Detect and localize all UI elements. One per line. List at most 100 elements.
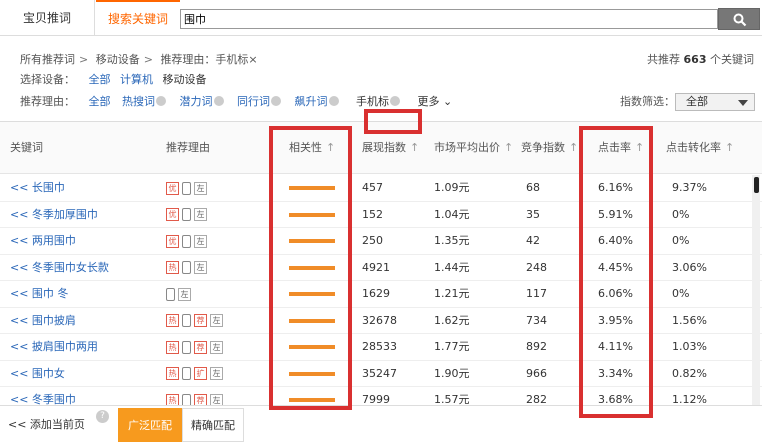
help-icon[interactable]: ? bbox=[96, 410, 109, 423]
col-competition[interactable]: 竞争指数 ↑ bbox=[521, 140, 578, 156]
col-keyword: 关键词 bbox=[10, 141, 43, 154]
cvr-cell: 0% bbox=[672, 234, 690, 247]
search-button[interactable] bbox=[718, 8, 760, 30]
reason-option-hot[interactable]: 热搜词 bbox=[122, 94, 166, 110]
reason-tag: 左 bbox=[194, 208, 207, 221]
reason-tags: 热左 bbox=[166, 261, 210, 275]
show-index-cell: 1629 bbox=[362, 287, 390, 300]
competition-cell: 734 bbox=[526, 313, 547, 327]
device-option-all[interactable]: 全部 bbox=[89, 72, 111, 88]
avg-bid-cell: 1.62元 bbox=[434, 313, 470, 327]
reason-option-mobile[interactable]: 手机标 bbox=[356, 94, 400, 110]
relevance-bar bbox=[289, 318, 335, 323]
keyword-link[interactable]: << 冬季围巾女长款 bbox=[10, 261, 109, 275]
reason-tag: 左 bbox=[210, 340, 223, 354]
col-avg-bid[interactable]: 市场平均出价 ↑ bbox=[434, 140, 513, 156]
tab-item-recommend[interactable]: 宝贝推词 bbox=[0, 0, 95, 36]
breadcrumb-reason[interactable]: 推荐理由：手机标× bbox=[160, 53, 257, 66]
keyword-link[interactable]: << 围巾女 bbox=[10, 367, 65, 381]
reason-tags: 优左 bbox=[166, 181, 210, 195]
reason-option-potential[interactable]: 潜力词 bbox=[180, 94, 224, 110]
phone-icon bbox=[182, 181, 191, 195]
reason-tag: 热 bbox=[166, 314, 179, 327]
show-index-cell: 32678 bbox=[362, 313, 397, 327]
total-count: 共推荐 663 个关键词 bbox=[647, 53, 754, 66]
breadcrumb-all[interactable]: 所有推荐词 bbox=[20, 53, 75, 66]
reason-tags: 优左 bbox=[166, 234, 210, 248]
help-icon bbox=[156, 96, 166, 106]
cvr-cell: 0% bbox=[672, 207, 690, 221]
keyword-link[interactable]: << 围巾 冬 bbox=[10, 287, 68, 301]
ctr-cell: 6.40% bbox=[598, 234, 633, 247]
ctr-cell: 3.34% bbox=[598, 366, 633, 380]
reason-option-peer[interactable]: 同行词 bbox=[237, 94, 281, 110]
device-option-computer[interactable]: 计算机 bbox=[120, 72, 153, 88]
ctr-cell: 3.68% bbox=[598, 393, 633, 405]
add-current-page-link[interactable]: << 添加当前页 bbox=[8, 417, 85, 433]
device-option-mobile[interactable]: 移动设备 bbox=[163, 72, 207, 88]
keyword-link[interactable]: << 披肩围巾两用 bbox=[10, 340, 98, 354]
tab-search-keywords[interactable]: 搜索关键词 bbox=[96, 0, 180, 36]
show-index-cell: 7999 bbox=[362, 393, 390, 405]
keyword-link[interactable]: << 围巾披肩 bbox=[10, 314, 76, 328]
show-index-cell: 4921 bbox=[362, 260, 390, 274]
col-ctr[interactable]: 点击率 ↑ bbox=[598, 140, 644, 156]
relevance-bar bbox=[289, 371, 335, 376]
keyword-link[interactable]: << 冬季加厚围巾 bbox=[10, 208, 98, 222]
reason-tag: 左 bbox=[178, 287, 191, 301]
avg-bid-cell: 1.44元 bbox=[434, 260, 470, 274]
show-index-cell: 35247 bbox=[362, 366, 397, 380]
help-icon bbox=[271, 96, 281, 106]
relevance-bar bbox=[289, 292, 335, 296]
keyword-link[interactable]: << 冬季围巾 bbox=[10, 393, 76, 405]
filter-panel: 所有推荐词 > 移动设备 > 推荐理由：手机标× 共推荐 663 个关键词 选择设备… bbox=[0, 37, 762, 120]
reason-filter: 推荐理由： 全部 热搜词 潜力词 同行词 飙升词 手机标 更多 ⌄ bbox=[20, 94, 452, 110]
broad-match-button[interactable]: 广泛匹配 bbox=[118, 408, 182, 442]
index-filter-select[interactable]: 全部 bbox=[675, 93, 755, 111]
table-row: << 披肩围巾两用 热 荐左 28533 1.77元 892 4.11% 1.03% bbox=[0, 334, 762, 361]
ctr-cell: 6.16% bbox=[598, 181, 633, 194]
keyword-link[interactable]: << 长围巾 bbox=[10, 181, 65, 195]
reason-tag: 热 bbox=[166, 367, 179, 380]
cvr-cell: 0.82% bbox=[672, 366, 707, 380]
reason-tag: 优 bbox=[166, 234, 179, 248]
help-icon bbox=[213, 96, 224, 106]
avg-bid-cell: 1.21元 bbox=[434, 287, 470, 300]
reason-option-all[interactable]: 全部 bbox=[89, 94, 111, 110]
reason-option-rising[interactable]: 飙升词 bbox=[295, 94, 339, 110]
competition-cell: 248 bbox=[526, 260, 547, 274]
show-index-cell: 457 bbox=[362, 181, 383, 194]
relevance-bar bbox=[289, 345, 335, 349]
cvr-cell: 1.12% bbox=[672, 393, 707, 405]
scrollbar-thumb[interactable] bbox=[754, 177, 759, 193]
avg-bid-cell: 1.90元 bbox=[434, 366, 470, 380]
ctr-cell: 5.91% bbox=[598, 207, 633, 221]
breadcrumb-mobile[interactable]: 移动设备 bbox=[96, 53, 140, 66]
col-cvr[interactable]: 点击转化率 ↑ bbox=[666, 140, 734, 156]
keyword-link[interactable]: << 两用围巾 bbox=[10, 234, 76, 248]
relevance-bar bbox=[289, 239, 335, 243]
table-row: << 围巾女 热 扩左 35247 1.90元 966 3.34% 0.82% bbox=[0, 361, 762, 387]
col-relevance[interactable]: 相关性 ↑ bbox=[289, 140, 335, 156]
search-input[interactable] bbox=[180, 9, 718, 29]
cvr-cell: 9.37% bbox=[672, 181, 707, 194]
col-show-index[interactable]: 展现指数 ↑ bbox=[362, 140, 419, 156]
sort-arrow-icon: ↑ bbox=[635, 141, 645, 154]
help-icon bbox=[328, 96, 339, 106]
avg-bid-cell: 1.09元 bbox=[434, 181, 470, 194]
dropdown-caret-icon bbox=[738, 100, 748, 106]
col-reason: 推荐理由 bbox=[166, 141, 210, 154]
competition-cell: 892 bbox=[526, 340, 547, 353]
avg-bid-cell: 1.77元 bbox=[434, 340, 470, 353]
reason-tag: 热 bbox=[166, 340, 179, 354]
chevron-down-icon: ⌄ bbox=[443, 95, 453, 108]
table-row: << 两用围巾优左 250 1.35元 42 6.40% 0% bbox=[0, 228, 762, 255]
competition-cell: 68 bbox=[526, 181, 540, 194]
exact-match-button[interactable]: 精确匹配 bbox=[182, 408, 244, 442]
relevance-bar bbox=[289, 186, 335, 190]
phone-icon bbox=[182, 314, 191, 327]
scrollbar[interactable] bbox=[752, 175, 760, 405]
table-row: << 长围巾 优左 457 1.09元 68 6.16% 9.37% bbox=[0, 175, 762, 202]
relevance-bar bbox=[289, 212, 335, 217]
more-button[interactable]: 更多 ⌄ bbox=[418, 95, 453, 108]
